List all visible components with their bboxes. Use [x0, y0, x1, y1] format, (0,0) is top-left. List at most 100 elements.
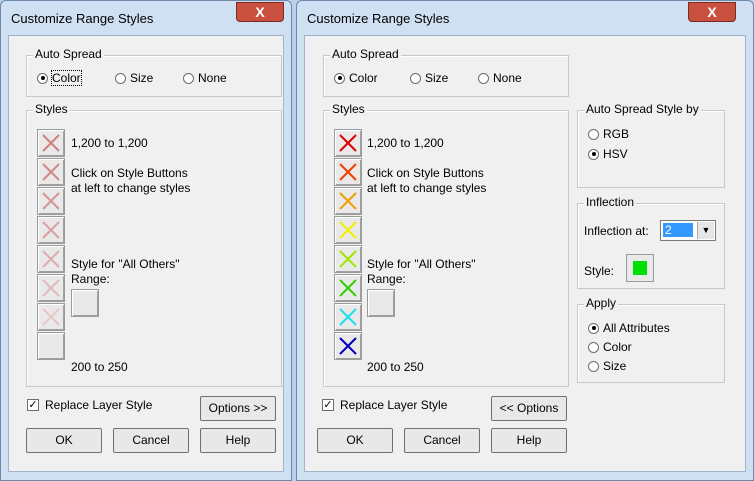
left-style-button-1[interactable] [37, 129, 65, 157]
right-hint-1: Click on Style Buttons [367, 166, 484, 180]
inflection-legend: Inflection [584, 195, 637, 209]
right-others-1: Style for "All Others" [367, 257, 476, 271]
left-style-button-6[interactable] [37, 274, 65, 302]
right-dialog: Customize Range Styles X Auto Spread Col… [296, 0, 754, 481]
checkmark-icon: ✓ [322, 399, 334, 411]
right-cancel-button[interactable]: Cancel [404, 428, 480, 453]
x-mark-icon [339, 279, 357, 297]
left-title: Customize Range Styles [11, 11, 154, 26]
left-radio-color[interactable]: Color [37, 70, 82, 86]
right-help-button[interactable]: Help [491, 428, 567, 453]
left-styles-group: Styles 1,200 to 1,200 Click on Style But… [26, 102, 282, 387]
radio-icon [588, 341, 599, 353]
left-ok-button[interactable]: OK [26, 428, 102, 453]
left-all-others-style-button[interactable] [71, 289, 99, 317]
right-style-button-6[interactable] [334, 274, 362, 302]
radio-icon [588, 360, 599, 372]
right-ok-button[interactable]: OK [317, 428, 393, 453]
x-mark-icon [42, 192, 60, 210]
left-others-2: Range: [71, 272, 110, 286]
left-auto-spread-legend: Auto Spread [33, 47, 104, 61]
radio-icon [334, 72, 345, 84]
right-auto-spread-legend: Auto Spread [330, 47, 401, 61]
x-mark-icon [42, 250, 60, 268]
inflection-group: Inflection Inflection at: 2 ▼ Style: [577, 195, 725, 289]
right-hint-2: at left to change styles [367, 181, 487, 195]
left-top-range: 1,200 to 1,200 [71, 136, 148, 150]
right-all-others-style-button[interactable] [367, 289, 395, 317]
right-close-button[interactable]: X [688, 2, 736, 22]
right-style-button-3[interactable] [334, 187, 362, 215]
right-radio-color[interactable]: Color [334, 71, 378, 85]
x-mark-icon [339, 221, 357, 239]
left-radio-none[interactable]: None [183, 71, 227, 85]
left-style-button-2[interactable] [37, 158, 65, 186]
x-mark-icon [339, 337, 357, 355]
x-mark-icon [42, 221, 60, 239]
left-cancel-button[interactable]: Cancel [113, 428, 189, 453]
right-others-2: Range: [367, 272, 406, 286]
x-mark-icon [339, 134, 357, 152]
radio-icon [588, 148, 599, 160]
left-titlebar: Customize Range Styles X [1, 1, 291, 35]
right-titlebar: Customize Range Styles X [297, 1, 753, 35]
left-radio-size[interactable]: Size [115, 71, 153, 85]
right-style-button-1[interactable] [334, 129, 362, 157]
inflection-style-button[interactable] [626, 254, 654, 282]
left-auto-spread-group: Auto Spread Color Size None [26, 47, 282, 97]
x-mark-icon [42, 163, 60, 181]
right-client: Auto Spread Color Size None Styles 1,200… [304, 35, 746, 472]
right-style-button-5[interactable] [334, 245, 362, 273]
x-mark-icon [339, 192, 357, 210]
inflection-select[interactable]: 2 ▼ [660, 220, 716, 241]
x-mark-icon [42, 308, 60, 326]
apply-legend: Apply [584, 296, 619, 310]
color-swatch [633, 261, 647, 275]
checkmark-icon: ✓ [27, 399, 39, 411]
radio-rgb[interactable]: RGB [588, 127, 629, 141]
x-mark-icon [339, 250, 357, 268]
right-style-button-8[interactable] [334, 332, 362, 360]
radio-icon [183, 72, 194, 84]
right-style-button-4[interactable] [334, 216, 362, 244]
radio-all-attributes[interactable]: All Attributes [588, 321, 670, 335]
left-options-button[interactable]: Options >> [200, 396, 276, 421]
left-style-button-8[interactable] [37, 332, 65, 360]
right-replace-checkbox[interactable]: ✓ Replace Layer Style [322, 398, 447, 412]
left-help-button[interactable]: Help [200, 428, 276, 453]
radio-icon [478, 72, 489, 84]
right-title: Customize Range Styles [307, 11, 450, 26]
radio-icon [37, 72, 48, 84]
x-mark-icon [339, 308, 357, 326]
left-styles-legend: Styles [33, 102, 70, 116]
left-client: Auto Spread Color Size None Styles 1,200… [8, 35, 284, 472]
radio-icon [115, 72, 126, 84]
radio-hsv[interactable]: HSV [588, 147, 628, 161]
right-top-range: 1,200 to 1,200 [367, 136, 444, 150]
right-style-button-2[interactable] [334, 158, 362, 186]
left-style-button-3[interactable] [37, 187, 65, 215]
right-style-button-7[interactable] [334, 303, 362, 331]
right-radio-size[interactable]: Size [410, 71, 448, 85]
x-mark-icon [42, 134, 60, 152]
x-mark-icon [339, 163, 357, 181]
chevron-down-icon: ▼ [697, 222, 714, 239]
radio-icon [588, 128, 599, 140]
left-style-button-4[interactable] [37, 216, 65, 244]
radio-apply-color[interactable]: Color [588, 340, 632, 354]
left-close-button[interactable]: X [236, 2, 284, 22]
left-bottom-range: 200 to 250 [71, 360, 128, 374]
x-mark-icon [42, 279, 60, 297]
spread-by-legend: Auto Spread Style by [584, 102, 701, 116]
radio-icon [588, 322, 599, 334]
right-options-button[interactable]: << Options [491, 396, 567, 421]
left-style-button-5[interactable] [37, 245, 65, 273]
spread-by-group: Auto Spread Style by RGB HSV [577, 102, 725, 188]
radio-apply-size[interactable]: Size [588, 359, 626, 373]
left-hint-1: Click on Style Buttons [71, 166, 188, 180]
apply-group: Apply All Attributes Color Size [577, 296, 725, 383]
left-dialog: Customize Range Styles X Auto Spread Col… [0, 0, 292, 481]
left-replace-checkbox[interactable]: ✓ Replace Layer Style [27, 398, 152, 412]
right-radio-none[interactable]: None [478, 71, 522, 85]
left-style-button-7[interactable] [37, 303, 65, 331]
